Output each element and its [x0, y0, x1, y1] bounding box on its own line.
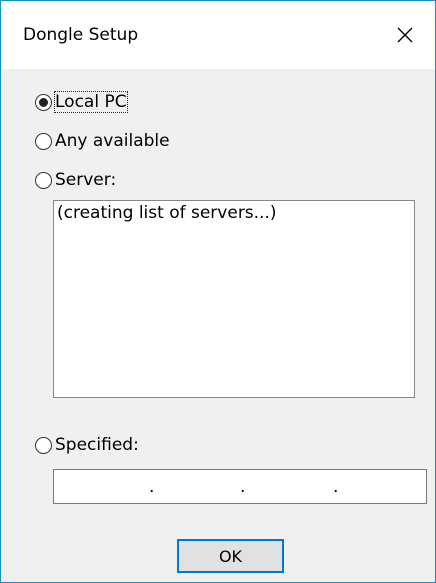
close-icon	[397, 27, 413, 43]
radio-button[interactable]	[35, 132, 52, 150]
dongle-setup-dialog: Dongle Setup Local PC Any available Serv…	[0, 0, 436, 583]
ok-button[interactable]: OK	[177, 539, 284, 573]
dialog-body: Local PC Any available Server: (creating…	[1, 69, 435, 582]
ip-separator: .	[333, 477, 339, 497]
radio-local-pc[interactable]: Local PC	[35, 90, 128, 114]
server-listbox[interactable]: (creating list of servers...)	[53, 200, 415, 398]
radio-server[interactable]: Server:	[35, 168, 116, 192]
ip-separator: .	[149, 477, 155, 497]
title-bar[interactable]: Dongle Setup	[1, 1, 435, 69]
radio-any-available[interactable]: Any available	[35, 129, 170, 153]
radio-button[interactable]	[35, 436, 52, 454]
radio-any-available-label: Any available	[55, 131, 170, 151]
close-button[interactable]	[375, 1, 435, 69]
radio-button-checked[interactable]	[35, 93, 52, 111]
ip-separator: .	[240, 477, 246, 497]
radio-specified[interactable]: Specified:	[35, 433, 139, 457]
radio-specified-label: Specified:	[55, 435, 139, 455]
ip-address-field[interactable]: . . .	[53, 469, 427, 504]
radio-button[interactable]	[35, 171, 52, 189]
window-title: Dongle Setup	[23, 25, 139, 45]
radio-server-label: Server:	[55, 170, 117, 190]
radio-local-pc-label: Local PC	[54, 91, 128, 113]
list-item[interactable]: (creating list of servers...)	[57, 202, 277, 224]
